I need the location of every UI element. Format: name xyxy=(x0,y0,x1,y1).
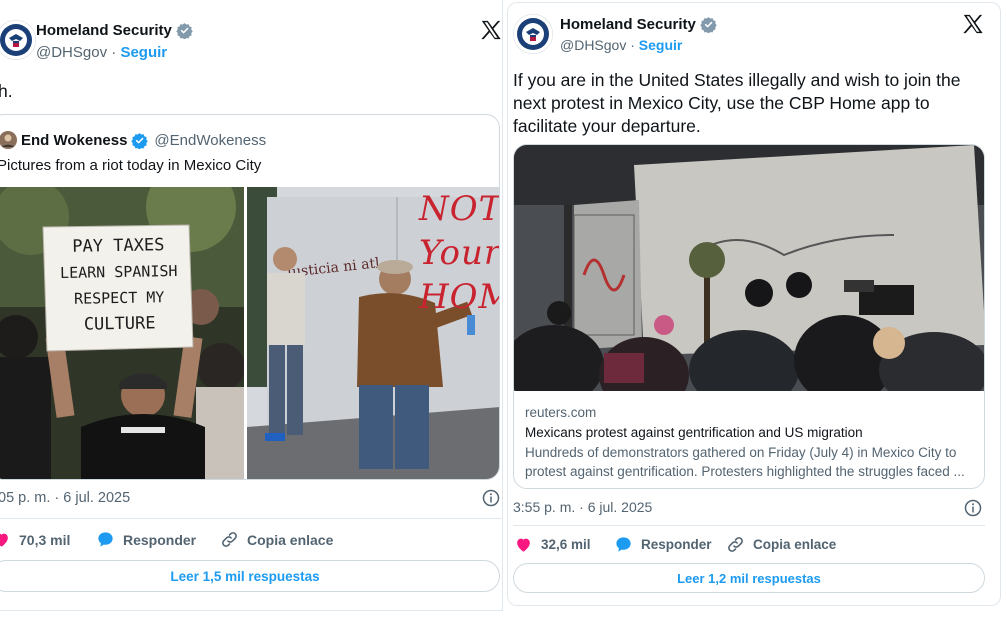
verified-badge-icon xyxy=(176,23,193,39)
author-name[interactable]: Homeland Security xyxy=(560,16,717,33)
divider xyxy=(0,518,502,519)
reply-label: Responder xyxy=(641,537,712,552)
x-logo-icon[interactable] xyxy=(480,19,502,41)
like-button[interactable]: 70,3 mil xyxy=(0,530,70,549)
quote-photo-sign[interactable]: PAY TAXES LEARN SPANISH RESPECT MY CULTU… xyxy=(0,187,244,479)
protest-sign: PAY TAXES LEARN SPANISH RESPECT MY CULTU… xyxy=(48,232,190,338)
copy-link-button[interactable]: Copia enlace xyxy=(726,535,836,554)
copy-link-label: Copia enlace xyxy=(247,531,334,548)
dhs-seal-icon[interactable] xyxy=(0,20,36,60)
tweet-text: If you are in the United States illegall… xyxy=(513,70,961,136)
reply-button[interactable]: Responder xyxy=(96,530,196,549)
graffiti-text: NOT Your HOM xyxy=(419,187,499,319)
link-description: Hundreds of demonstrators gathered on Fr… xyxy=(525,445,965,479)
right-tweet-card: Homeland Security @DHSgov · Seguir If yo… xyxy=(507,2,1001,606)
timestamp[interactable]: 3:55 p. m. · 6 jul. 2025 xyxy=(513,499,652,515)
quote-author-handle[interactable]: @EndWokeness xyxy=(154,132,266,149)
like-button[interactable]: 32,6 mil xyxy=(514,535,591,554)
divider xyxy=(513,525,985,526)
author-handle-line: @DHSgov · Seguir xyxy=(560,37,682,53)
link-domain: reuters.com xyxy=(525,405,597,420)
link-preview-image xyxy=(514,145,984,391)
sign-line: CULTURE xyxy=(83,313,156,335)
read-replies-button[interactable]: Leer 1,5 mil respuestas xyxy=(0,560,500,592)
timestamp[interactable]: 05 p. m. · 6 jul. 2025 xyxy=(0,490,130,506)
reply-label: Responder xyxy=(123,531,197,548)
graffiti-line: Your xyxy=(419,233,500,273)
heart-icon xyxy=(517,538,530,552)
sign-line: PAY TAXES xyxy=(72,235,165,257)
author-handle-line: @DHSgov · Seguir xyxy=(36,44,167,61)
sign-line: LEARN SPANISH xyxy=(59,261,178,283)
quote-text: Pictures from a riot today in Mexico Cit… xyxy=(0,157,262,174)
follow-button[interactable]: Seguir xyxy=(639,37,683,53)
separator: · xyxy=(630,37,635,53)
follow-button[interactable]: Seguir xyxy=(120,44,167,61)
copy-link-label: Copia enlace xyxy=(753,537,837,552)
left-tweet-card: Homeland Security @DHSgov · Seguir h. En… xyxy=(0,0,503,611)
link-title: Mexicans protest against gentrification … xyxy=(525,425,863,440)
reply-bubble-icon xyxy=(98,532,113,547)
quote-avatar-icon xyxy=(0,131,17,149)
author-name-text[interactable]: Homeland Security xyxy=(560,16,696,33)
x-logo-icon[interactable] xyxy=(962,13,984,35)
like-count: 70,3 mil xyxy=(19,531,71,548)
sign-line: RESPECT MY xyxy=(73,288,165,308)
link-icon xyxy=(222,532,237,547)
author-name[interactable]: Homeland Security xyxy=(36,22,193,39)
reply-button[interactable]: Responder xyxy=(614,535,712,554)
author-name-text[interactable]: Homeland Security xyxy=(36,22,172,39)
tweet-text: h. xyxy=(0,81,13,101)
author-handle[interactable]: @DHSgov xyxy=(36,44,107,61)
quote-photo-graffiti[interactable]: Justicia ni atl... NOT Your HOM xyxy=(247,187,499,479)
reply-bubble-icon xyxy=(616,537,631,552)
author-handle[interactable]: @DHSgov xyxy=(560,37,626,53)
copy-link-button[interactable]: Copia enlace xyxy=(220,530,333,549)
link-icon xyxy=(728,537,743,552)
heart-icon xyxy=(0,533,8,547)
like-count: 32,6 mil xyxy=(541,537,591,552)
quote-author[interactable]: End Wokeness @EndWokeness xyxy=(0,131,266,149)
info-icon[interactable] xyxy=(964,499,982,517)
read-replies-button[interactable]: Leer 1,2 mil respuestas xyxy=(513,563,985,593)
graffiti-line: HOM xyxy=(419,277,499,317)
dhs-seal-icon[interactable] xyxy=(513,14,553,54)
verified-badge-icon xyxy=(700,17,717,33)
quote-author-name[interactable]: End Wokeness xyxy=(21,132,127,149)
link-preview-card[interactable]: reuters.com Mexicans protest against gen… xyxy=(513,144,985,489)
quote-tweet[interactable]: End Wokeness @EndWokeness Pictures from … xyxy=(0,114,500,480)
info-icon[interactable] xyxy=(482,489,500,507)
separator: · xyxy=(111,44,117,61)
verified-badge-icon xyxy=(131,132,149,149)
graffiti-line: NOT xyxy=(419,189,500,229)
